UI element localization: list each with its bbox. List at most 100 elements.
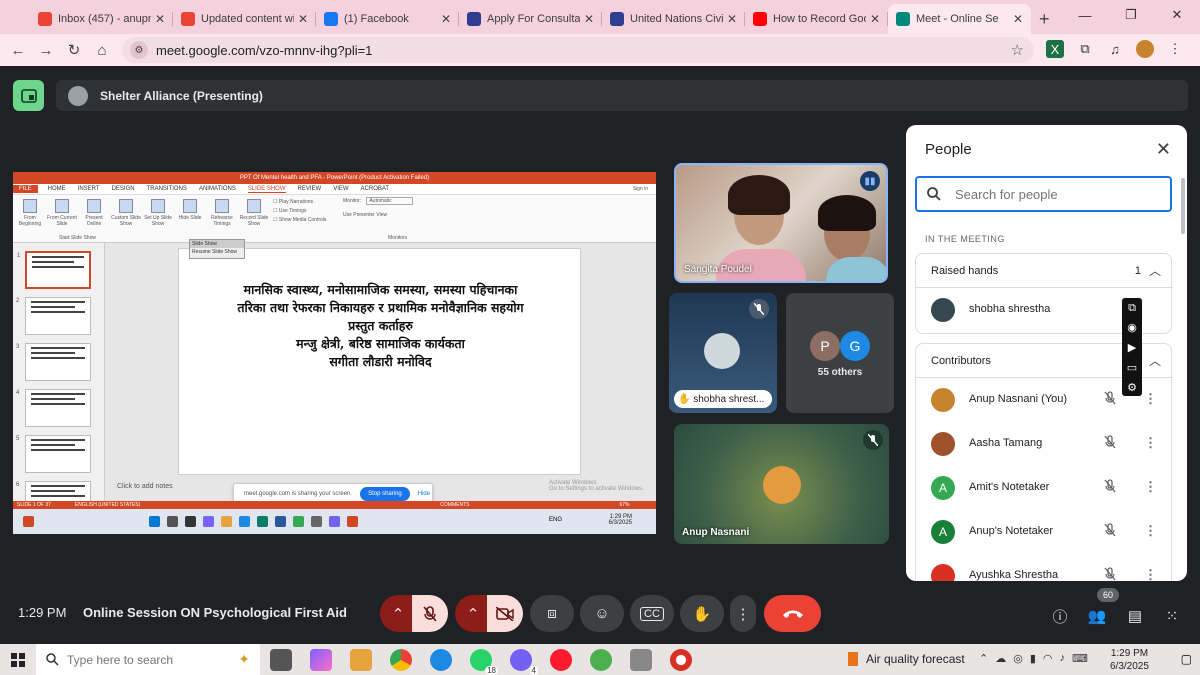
close-window-button[interactable]: ✕ [1154, 0, 1200, 30]
comments-button[interactable]: COMMENTS [440, 502, 469, 508]
people-search-box[interactable] [915, 176, 1172, 212]
taskbar-clock[interactable]: 1:29 PM 6/3/2025 [1110, 647, 1149, 673]
list-item[interactable]: A Amit's Notetaker ⋮ [916, 466, 1173, 510]
slide-thumbnail[interactable]: 5 [16, 435, 91, 473]
list-item[interactable]: Ayushka Shrestha ⋮ [916, 554, 1173, 581]
taskbar-search-input[interactable] [67, 652, 207, 667]
ribbon-button[interactable]: Set Up Slide Show [143, 199, 173, 227]
browser-tab[interactable]: (1) Facebook ✕ [316, 4, 459, 34]
viber-icon[interactable]: 4 [510, 648, 538, 675]
more-vert-icon[interactable]: ⋮ [1144, 391, 1157, 407]
speaker-tile[interactable]: ▮▮ Sangita Poudel [674, 163, 888, 283]
anup-tile[interactable]: Anup Nasnani [674, 424, 889, 544]
start-button[interactable] [0, 644, 36, 675]
slide-thumbnail[interactable]: 3 [16, 343, 91, 381]
battery-icon[interactable]: ▮ [1030, 652, 1036, 665]
site-info-icon[interactable]: ⚙ [130, 41, 148, 59]
ribbon-button[interactable]: Custom Slide Show [111, 199, 141, 227]
screenshot-tool-icon[interactable]: ⧉ [1122, 298, 1142, 318]
close-tab-icon[interactable]: ✕ [298, 12, 308, 26]
raise-hand-button[interactable]: ✋ [680, 595, 724, 632]
whatsapp-icon[interactable]: 18 [470, 648, 498, 675]
wifi-icon[interactable]: ◠ [1043, 652, 1053, 665]
browser-tab[interactable]: Inbox (457) - anupnasnani@gmail.com ✕ [30, 4, 173, 34]
chat-icon[interactable]: ▤ [1125, 606, 1145, 626]
ribbon-tab[interactable]: TRANSITIONS [147, 186, 187, 192]
others-tile[interactable]: P G 55 others [786, 293, 894, 413]
people-scrollbar[interactable] [1181, 178, 1185, 234]
ribbon-button[interactable]: Record Slide Show [239, 199, 269, 227]
slide-thumbnail[interactable]: 1 [17, 251, 91, 289]
browser-tab[interactable]: Meet - Online Se ✕ [888, 4, 1031, 34]
more-vert-icon[interactable]: ⋮ [1144, 523, 1157, 539]
keyboard-icon[interactable]: ⌨ [1072, 652, 1088, 665]
browser-tab[interactable]: Apply For Consultation ✕ [459, 4, 602, 34]
ribbon-button[interactable]: From Beginning [15, 199, 45, 227]
captions-button[interactable]: CC [630, 595, 674, 632]
ribbon-tab[interactable]: SLIDE SHOW [247, 186, 286, 193]
shobha-tile[interactable]: ✋ shobha shrest... [669, 293, 777, 413]
screen-recorder-icon[interactable] [670, 648, 692, 671]
slide-thumbnail[interactable]: 4 [16, 389, 91, 427]
home-button[interactable]: ⌂ [88, 42, 116, 59]
list-item[interactable]: A Anup's Notetaker ⋮ [916, 510, 1173, 554]
ribbon-button[interactable]: From Current Slide [47, 199, 77, 227]
more-vert-icon[interactable]: ⋮ [1144, 567, 1157, 581]
video-options-button[interactable]: ⌃ [455, 595, 491, 632]
ribbon-tab[interactable]: FILE [13, 185, 38, 193]
chrome-icon[interactable] [390, 648, 412, 671]
back-button[interactable]: ← [4, 42, 32, 59]
taskbar-search[interactable]: ✦ [36, 644, 260, 675]
usb-drive-icon[interactable] [630, 648, 652, 671]
ribbon-button[interactable]: Hide Slide [175, 199, 205, 221]
browser-tab[interactable]: Updated content with ✕ [173, 4, 316, 34]
browser-tab[interactable]: How to Record Google ✕ [745, 4, 888, 34]
more-vert-icon[interactable]: ⋮ [1144, 479, 1157, 495]
more-options-button[interactable]: ⋮ [730, 595, 756, 632]
profile-avatar[interactable] [1136, 40, 1154, 58]
excel-extension-icon[interactable]: X [1046, 40, 1064, 58]
bookmark-star-icon[interactable]: ☆ [1011, 41, 1024, 59]
chevron-up-icon[interactable]: ⌃ [979, 652, 988, 665]
forward-button[interactable]: → [32, 42, 60, 59]
torrent-icon[interactable] [590, 648, 612, 671]
chevron-up-icon[interactable]: ︿ [1149, 352, 1161, 369]
people-icon[interactable]: 👥 [1087, 606, 1107, 626]
task-view-icon[interactable] [270, 648, 292, 671]
edge-icon[interactable] [430, 648, 452, 671]
extensions-puzzle-icon[interactable]: ⧉ [1076, 40, 1094, 58]
notes-placeholder[interactable]: Click to add notes [105, 483, 173, 490]
ribbon-tab[interactable]: ACROBAT [361, 186, 390, 192]
onedrive-icon[interactable]: ☁ [995, 652, 1006, 665]
copilot-icon[interactable] [310, 648, 332, 671]
ribbon-checkbox[interactable]: ☐ Play Narrations [273, 198, 326, 207]
window-icon[interactable]: ▭ [1122, 358, 1142, 378]
file-explorer-icon[interactable] [350, 648, 372, 671]
network-icon[interactable]: ◎ [1013, 652, 1023, 665]
present-screen-button[interactable]: ⧈ [530, 595, 574, 632]
minimize-button[interactable]: — [1062, 0, 1108, 30]
activities-icon[interactable]: ⁙ [1162, 606, 1182, 626]
resume-slide-show-item[interactable]: Resume Slide Show [190, 248, 244, 256]
list-item[interactable]: Aasha Tamang ⋮ [916, 422, 1173, 466]
hide-notice-button[interactable]: Hide [418, 491, 430, 497]
ribbon-button[interactable]: Present Online [79, 199, 109, 227]
close-tab-icon[interactable]: ✕ [584, 12, 594, 26]
reactions-button[interactable]: ☺ [580, 595, 624, 632]
monitor-select[interactable]: Automatic [366, 197, 413, 205]
close-tab-icon[interactable]: ✕ [870, 12, 880, 26]
sign-in-link[interactable]: Sign in [633, 186, 648, 192]
browser-tab[interactable]: United Nations Civil ✕ [602, 4, 745, 34]
volume-icon[interactable]: ♪ [1060, 652, 1066, 665]
camera-icon[interactable]: ◉ [1122, 318, 1142, 338]
opera-icon[interactable] [550, 648, 572, 671]
close-panel-icon[interactable]: ✕ [1156, 139, 1171, 160]
ribbon-tab[interactable]: DESIGN [112, 186, 135, 192]
ribbon-checkbox[interactable]: ☐ Use Timings [273, 207, 326, 216]
microphone-toggle[interactable] [412, 595, 448, 632]
stop-sharing-button[interactable]: Stop sharing [360, 487, 410, 501]
ribbon-checkbox[interactable]: ☐ Show Media Controls [273, 216, 326, 225]
media-control-icon[interactable]: ♫ [1106, 40, 1124, 58]
ribbon-tab[interactable]: INSERT [78, 186, 100, 192]
change-layout-button[interactable] [13, 80, 44, 111]
